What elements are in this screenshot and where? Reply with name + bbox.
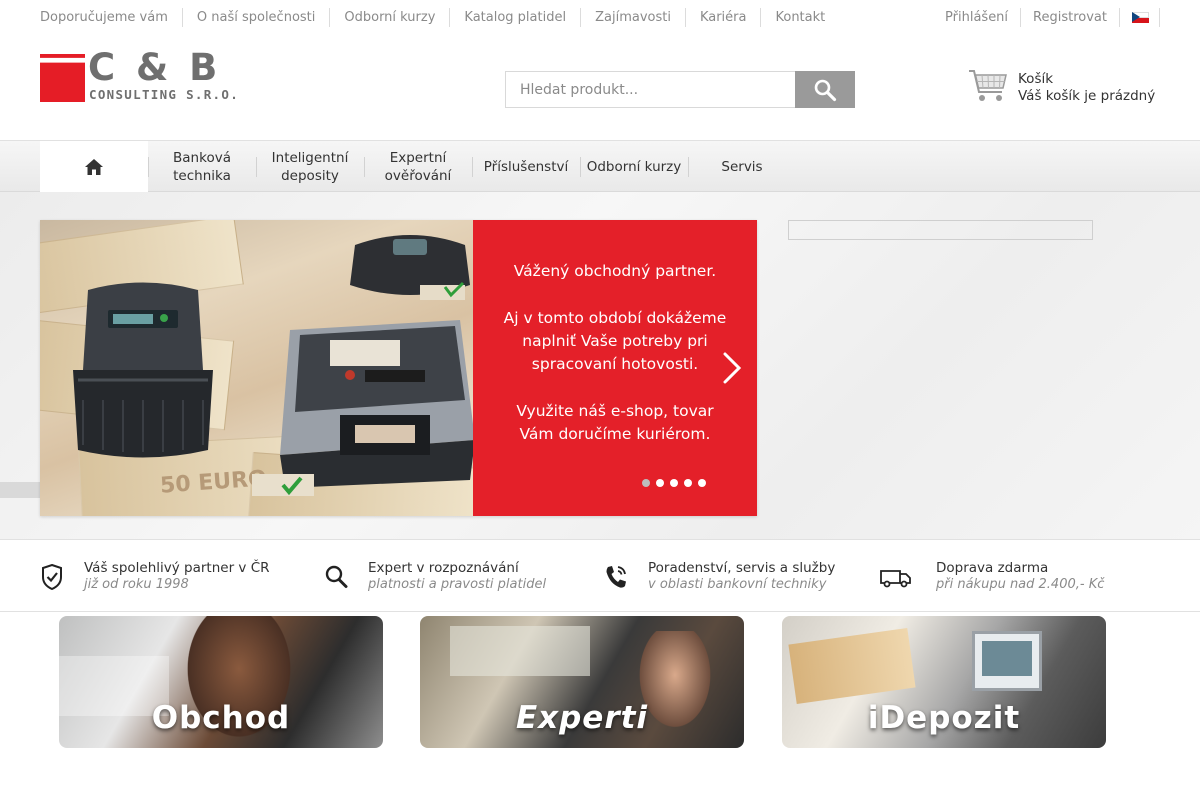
- divider: [1159, 8, 1160, 27]
- main-navigation: Banková technika Inteligentní deposity E…: [0, 140, 1200, 192]
- login-link[interactable]: Přihlášení: [933, 8, 1020, 27]
- nav-expert-verification[interactable]: Expertní ověřování: [364, 141, 472, 192]
- van-icon: [880, 570, 911, 588]
- search-icon: [814, 79, 837, 101]
- slider-dot[interactable]: [670, 479, 678, 487]
- slider-dot[interactable]: [698, 479, 706, 487]
- czech-flag-icon[interactable]: [1132, 12, 1149, 23]
- search-button[interactable]: [795, 71, 855, 108]
- check-icon: [281, 476, 303, 496]
- feature-subtitle: při nákupu nad 2.400,- Kč: [936, 577, 1105, 592]
- hero-section: 50 EURO Vážený obchodný partner. Aj v to…: [0, 192, 1200, 540]
- topnav-link-catalog[interactable]: Katalog platidel: [449, 8, 580, 27]
- slide-image: 50 EURO: [40, 220, 473, 516]
- nav-accessories[interactable]: Příslušenství: [472, 141, 580, 192]
- logo-name: C & B: [88, 46, 222, 89]
- tile-experts[interactable]: Experti: [420, 616, 744, 748]
- nav-banking-technology[interactable]: Banková technika: [148, 141, 256, 192]
- feature-title: Doprava zdarma: [936, 560, 1049, 576]
- tile-label: iDepozit: [867, 700, 1021, 736]
- account-links: Přihlášení Registrovat: [933, 8, 1160, 27]
- features-bar: Váš spolehlivý partner v ČR již od roku …: [0, 539, 1200, 612]
- feature-shipping: Doprava zdarma při nákupu nad 2.400,- Kč: [880, 540, 1160, 613]
- tile-idepozit[interactable]: iDepozit: [782, 616, 1106, 748]
- banknote-counter-icon: [280, 320, 473, 488]
- tile-label: Experti: [515, 700, 649, 736]
- nav-service[interactable]: Servis: [688, 141, 796, 192]
- feature-subtitle: v oblasti bankovní techniky: [648, 577, 827, 592]
- feature-title: Expert v rozpoznávání: [368, 560, 519, 576]
- shield-check-icon: [42, 564, 62, 590]
- top-bar: Doporučujeme vám O naší společnosti Odbo…: [0, 0, 1200, 36]
- slide-line-3: Využite náš e-shop, tovar Vám doručíme k…: [516, 402, 714, 443]
- slide-line-1: Vážený obchodný partner.: [513, 262, 717, 280]
- slider-dot[interactable]: [642, 479, 650, 487]
- topnav-link-contact[interactable]: Kontakt: [760, 8, 839, 27]
- nav-intelligent-deposits[interactable]: Inteligentní deposity: [256, 141, 364, 192]
- top-navigation: Doporučujeme vám O naší společnosti Odbo…: [40, 8, 839, 27]
- broken-image-banner[interactable]: [788, 220, 1093, 240]
- feature-partner: Váš spolehlivý partner v ČR již od roku …: [40, 540, 300, 613]
- slide-text: Vážený obchodný partner. Aj v tomto obdo…: [473, 260, 757, 470]
- feature-title: Poradenství, servis a služby: [648, 560, 836, 576]
- feature-subtitle: již od roku 1998: [84, 577, 189, 592]
- topnav-link-about[interactable]: O naší společnosti: [181, 8, 330, 27]
- nav-professional-courses[interactable]: Odborní kurzy: [580, 141, 688, 192]
- nav-home[interactable]: [40, 141, 148, 192]
- shopping-cart-icon: [969, 70, 1007, 101]
- cart-status: Váš košík je prázdný: [1018, 88, 1156, 104]
- topnav-link-interesting[interactable]: Zajímavosti: [580, 8, 685, 27]
- coin-counter-icon: [73, 282, 213, 458]
- logo[interactable]: C & B CONSULTING S.R.O.: [40, 48, 260, 104]
- search-input[interactable]: [505, 71, 795, 108]
- divider: [1119, 8, 1120, 27]
- cart-label: Košík: [1018, 71, 1054, 87]
- slider-dot[interactable]: [684, 479, 692, 487]
- topnav-link-courses[interactable]: Odborní kurzy: [329, 8, 449, 27]
- image-slider[interactable]: 50 EURO Vážený obchodný partner. Aj v to…: [40, 220, 757, 516]
- logo-mark-icon: [40, 54, 85, 102]
- slider-dot[interactable]: [656, 479, 664, 487]
- search-icon: [325, 565, 348, 588]
- feature-subtitle: platnosti a pravosti platidel: [368, 577, 547, 592]
- cart[interactable]: Košík Váš košík je prázdný: [968, 68, 1168, 108]
- chevron-right-icon[interactable]: [720, 350, 744, 386]
- feature-title: Váš spolehlivý partner v ČR: [84, 560, 270, 576]
- register-link[interactable]: Registrovat: [1020, 8, 1119, 27]
- topnav-link-recommended[interactable]: Doporučujeme vám: [40, 8, 182, 27]
- phone-icon: [606, 566, 626, 588]
- feature-expert: Expert v rozpoznávání platnosti a pravos…: [324, 540, 584, 613]
- home-icon: [85, 158, 103, 175]
- feature-service: Poradenství, servis a služby v oblasti b…: [604, 540, 864, 613]
- slide-line-2: Aj v tomto období dokážeme naplniť Vaše …: [503, 309, 727, 373]
- topnav-link-career[interactable]: Kariéra: [684, 8, 761, 27]
- slider-dots: [642, 479, 706, 487]
- search-box: [505, 71, 855, 108]
- tile-trade[interactable]: Obchod: [59, 616, 383, 748]
- logo-subtitle: CONSULTING S.R.O.: [89, 87, 240, 102]
- tile-label: Obchod: [151, 700, 291, 736]
